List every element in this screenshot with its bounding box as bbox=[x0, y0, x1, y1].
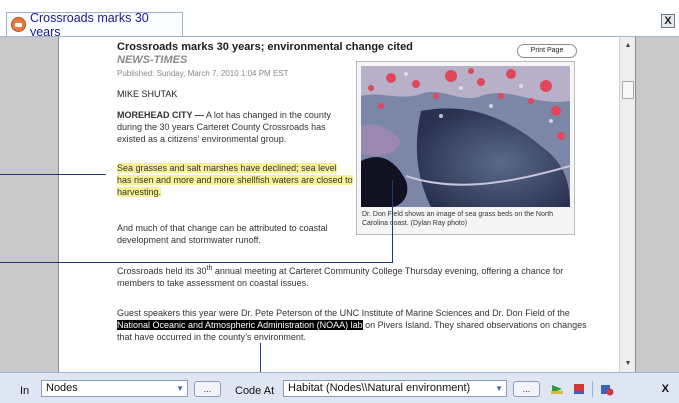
document-tab-bar: Crossroads marks 30 years X bbox=[0, 0, 679, 39]
article-paragraph-2[interactable]: Sea grasses and salt marshes have declin… bbox=[117, 162, 353, 198]
article-dateline: MOREHEAD CITY — bbox=[117, 110, 204, 120]
photo-caption: Dr. Don Field shows an image of sea gras… bbox=[362, 211, 554, 227]
code-at-dropdown-value: Habitat (Nodes\\Natural environment) bbox=[288, 382, 471, 394]
article-paragraph-5-text-a: Guest speakers this year were Dr. Pete P… bbox=[117, 308, 570, 318]
in-dropdown[interactable]: Nodes ▼ bbox=[41, 380, 188, 397]
selected-text[interactable]: National Oceanic and Atmospheric Adminis… bbox=[117, 320, 363, 330]
document-page: Crossroads marks 30 years; environmental… bbox=[58, 37, 636, 373]
scroll-down-icon[interactable]: ▼ bbox=[620, 357, 635, 371]
internal-document-icon bbox=[11, 17, 26, 32]
article-paragraph-4[interactable]: Crossroads held its 30th annual meeting … bbox=[117, 263, 587, 289]
close-toolbar-button[interactable]: X bbox=[662, 383, 669, 395]
callout-line-photo bbox=[0, 262, 392, 263]
document-tab-label: Crossroads marks 30 years bbox=[29, 10, 149, 39]
code-at-dropdown[interactable]: Habitat (Nodes\\Natural environment) ▼ bbox=[283, 380, 507, 397]
article-paragraph-1[interactable]: MOREHEAD CITY — A lot has changed in the… bbox=[117, 109, 349, 145]
code-at-browse-button[interactable]: ... bbox=[513, 381, 540, 397]
toolbar-divider bbox=[592, 381, 593, 397]
coded-highlight[interactable]: Sea grasses and salt marshes have declin… bbox=[117, 163, 353, 197]
scroll-up-icon[interactable]: ▲ bbox=[620, 39, 635, 53]
code-selection-icon[interactable] bbox=[550, 382, 564, 396]
vertical-scrollbar[interactable]: ▲ ▼ bbox=[619, 37, 635, 373]
coding-toolbar: In Nodes ▼ ... Code At Habitat (Nodes\\N… bbox=[0, 372, 679, 403]
callout-line-photo-vertical bbox=[392, 180, 393, 263]
new-node-icon[interactable] bbox=[600, 382, 614, 396]
scrollbar-thumb[interactable] bbox=[622, 81, 634, 99]
chevron-down-icon: ▼ bbox=[176, 384, 184, 393]
in-label: In bbox=[20, 385, 30, 397]
article-paragraph-5[interactable]: Guest speakers this year were Dr. Pete P… bbox=[117, 307, 587, 343]
close-tab-button[interactable]: X bbox=[661, 14, 675, 28]
uncode-selection-icon[interactable] bbox=[572, 382, 586, 396]
in-dropdown-value: Nodes bbox=[46, 382, 78, 394]
document-tab[interactable]: Crossroads marks 30 years bbox=[6, 10, 183, 39]
document-frame: Crossroads marks 30 years; environmental… bbox=[0, 36, 679, 373]
code-at-label: Code At bbox=[235, 385, 275, 397]
chevron-down-icon: ▼ bbox=[495, 384, 503, 393]
callout-line-highlight bbox=[0, 174, 106, 175]
photo-figure: Dr. Don Field shows an image of sea gras… bbox=[356, 61, 575, 235]
article-paragraph-3[interactable]: And much of that change can be attribute… bbox=[117, 222, 353, 246]
in-browse-button[interactable]: ... bbox=[194, 381, 221, 397]
article-paragraph-4-text-a: Crossroads held its 30 bbox=[117, 266, 207, 276]
print-page-button[interactable]: Print Page bbox=[517, 44, 577, 58]
